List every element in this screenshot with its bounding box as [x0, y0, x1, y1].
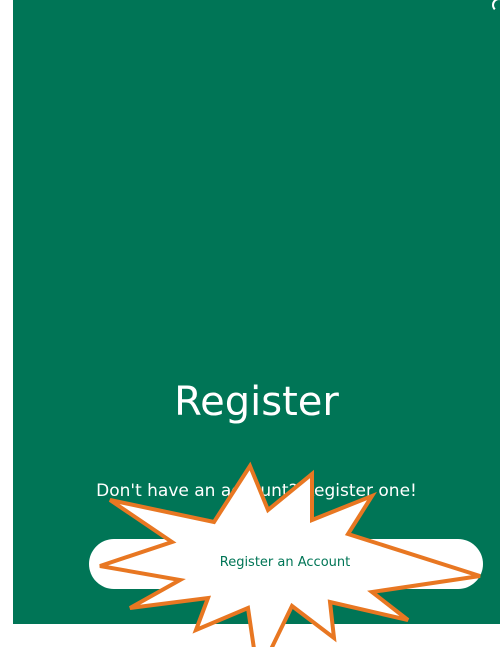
- page-title: Register: [174, 379, 339, 425]
- register-panel: Register Don't have an account? Register…: [13, 0, 500, 624]
- register-prompt-text: Don't have an account? Register one!: [96, 481, 417, 501]
- register-account-button[interactable]: [89, 539, 483, 589]
- page: Register Don't have an account? Register…: [0, 0, 500, 647]
- refresh-icon: [492, 0, 500, 12]
